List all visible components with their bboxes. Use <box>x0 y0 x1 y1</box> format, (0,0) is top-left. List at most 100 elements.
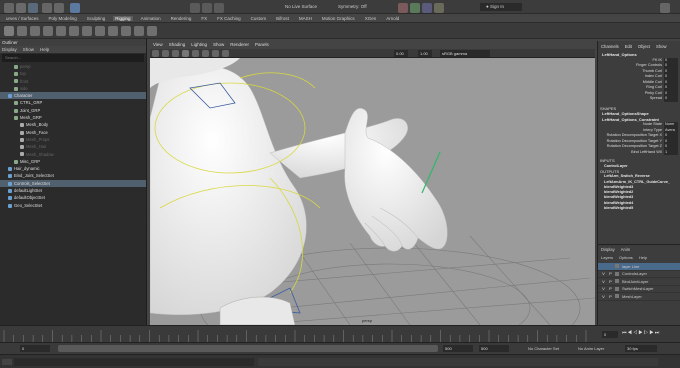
range-end-max-field[interactable]: 500 <box>479 345 509 352</box>
shelf-tab[interactable]: FX <box>199 16 209 21</box>
settings-icon[interactable] <box>660 3 670 13</box>
layer-playback-toggle[interactable]: P <box>608 286 613 291</box>
channel-menu-item[interactable]: Show <box>656 44 666 52</box>
layer-playback-toggle[interactable]: P <box>608 279 613 284</box>
symmetry-dropdown[interactable]: Symmetry: Off <box>338 4 367 9</box>
joint-handle[interactable] <box>421 151 441 194</box>
orient-joint-icon[interactable] <box>43 26 53 36</box>
xray-icon[interactable] <box>212 50 219 57</box>
outliner-row[interactable]: Controls_SelectSet <box>0 179 146 188</box>
ipr-render-icon[interactable] <box>410 3 420 13</box>
outliner-search-input[interactable]: Search... <box>2 54 144 62</box>
paint-weights-icon[interactable] <box>69 26 79 36</box>
outliner-row[interactable]: Mesh_Face <box>0 129 146 136</box>
snap-curve-icon[interactable] <box>202 3 212 13</box>
shelf-tab[interactable]: Rigging <box>113 15 133 21</box>
bind-skin-icon[interactable] <box>56 26 66 36</box>
smooth-shade-icon[interactable] <box>182 50 189 57</box>
outliner-row[interactable]: Mesh_Body <box>0 121 146 128</box>
outliner-row[interactable]: side <box>0 85 146 92</box>
layer-menu-item[interactable]: Help <box>639 255 647 260</box>
colorspace-dropdown[interactable]: sRGB gamma <box>440 50 490 57</box>
outliner-row[interactable]: Character <box>0 92 146 100</box>
attribute-value[interactable]: 0 <box>664 96 678 102</box>
range-bar[interactable] <box>58 345 438 352</box>
layer-playback-toggle[interactable]: P <box>608 294 613 299</box>
layer-visibility-toggle[interactable]: V <box>601 294 606 299</box>
new-scene-icon[interactable] <box>4 3 14 13</box>
shelf-tab[interactable]: urves / Surfaces <box>4 16 41 21</box>
fps-dropdown[interactable]: 30 fps <box>625 345 657 352</box>
shelf-tab[interactable]: Bifrost <box>274 16 291 21</box>
live-surface-label[interactable]: No Live Surface <box>285 4 317 9</box>
output-node[interactable]: blendWeighted5 <box>598 206 680 211</box>
layer-playback-toggle[interactable]: P <box>608 271 613 276</box>
current-frame-field[interactable]: 0 <box>602 331 618 338</box>
outliner-row[interactable]: Mesh_Props <box>0 136 146 143</box>
character-body[interactable] <box>150 65 307 316</box>
viewport-menu-item[interactable]: Shading <box>169 41 186 49</box>
outliner-row[interactable]: Hair_dynamic <box>0 165 146 172</box>
cluster-icon[interactable] <box>82 26 92 36</box>
outliner-row[interactable]: defaultObjectSet <box>0 194 146 201</box>
shelf-tab[interactable]: Arnold <box>384 16 401 21</box>
outliner-row[interactable]: persp <box>0 63 146 70</box>
range-start-field[interactable]: 0 <box>20 345 50 352</box>
channel-menu-item[interactable]: Edit <box>625 44 632 52</box>
open-scene-icon[interactable] <box>16 3 26 13</box>
hypershade-icon[interactable] <box>434 3 444 13</box>
wireframe-icon[interactable] <box>172 50 179 57</box>
attribute-row[interactable]: Bind LeftHand W0 1 <box>598 149 680 155</box>
snap-grid-icon[interactable] <box>190 3 200 13</box>
constraint-parent-icon[interactable] <box>134 26 144 36</box>
layer-color-swatch[interactable] <box>615 286 619 291</box>
viewport-3d[interactable] <box>150 58 595 325</box>
playback-controls[interactable]: ⏮◀◁▶▷▶⏭ <box>622 330 660 336</box>
layer-row[interactable]: V P BindJointLayer <box>598 278 680 286</box>
outliner-row[interactable]: top <box>0 70 146 77</box>
shelf-tab[interactable]: MASH <box>297 16 314 21</box>
layer-tab[interactable]: Display <box>601 247 615 252</box>
layer-row[interactable]: V P ControlsLayer <box>598 271 680 278</box>
outliner-menu-item[interactable]: Display <box>2 46 17 53</box>
layer-row[interactable]: V P MeshLayer <box>598 293 680 301</box>
select-mode-icon[interactable] <box>70 3 80 13</box>
layer-visibility-toggle[interactable]: V <box>601 286 606 291</box>
layer-color-swatch[interactable] <box>615 271 619 276</box>
outliner-row[interactable]: Mesh_Shadow <box>0 151 146 158</box>
lattice-icon[interactable] <box>95 26 105 36</box>
render-icon[interactable] <box>398 3 408 13</box>
viewport-menu-item[interactable]: View <box>153 41 163 49</box>
layer-row[interactable]: V P SwitchMeshLayer <box>598 286 680 293</box>
shelf-tab[interactable]: XGen <box>363 16 379 21</box>
mirror-joint-icon[interactable] <box>30 26 40 36</box>
attribute-value[interactable]: 1 <box>664 149 678 155</box>
channel-menu-item[interactable]: Object <box>638 44 650 52</box>
locator-icon[interactable] <box>147 26 157 36</box>
command-input[interactable] <box>14 358 254 366</box>
outliner-row[interactable]: defaultLightSet <box>0 187 146 194</box>
layer-menu-item[interactable]: Options <box>619 255 633 260</box>
lighting-icon[interactable] <box>202 50 209 57</box>
viewport-menu-item[interactable]: Panels <box>255 41 269 49</box>
shelf-tab[interactable]: Rendering <box>169 16 194 21</box>
joint-tool-icon[interactable] <box>4 26 14 36</box>
outliner-row[interactable]: Joint_GRP <box>0 107 146 114</box>
exposure-field[interactable]: 0.00 <box>394 50 408 57</box>
save-scene-icon[interactable] <box>28 3 38 13</box>
character-set-dropdown[interactable]: No Character Set <box>528 346 559 351</box>
shelf-tab[interactable]: Sculpting <box>85 16 108 21</box>
snap-point-icon[interactable] <box>214 3 224 13</box>
outliner-row[interactable]: front <box>0 78 146 85</box>
layer-menu-item[interactable]: Layers <box>601 255 613 260</box>
textured-icon[interactable] <box>192 50 199 57</box>
channel-menu-item[interactable]: Channels <box>601 44 619 52</box>
outliner-row[interactable]: Geo_SelectSet <box>0 202 146 209</box>
undo-icon[interactable] <box>42 3 52 13</box>
shelf-tab[interactable]: FX Caching <box>215 16 243 21</box>
layer-color-swatch[interactable] <box>615 264 619 269</box>
shelf-tab[interactable]: Poly Modeling <box>47 16 79 21</box>
constraint-point-icon[interactable] <box>108 26 118 36</box>
grid-icon[interactable] <box>162 50 169 57</box>
viewport-menu-item[interactable]: Renderer <box>230 41 249 49</box>
